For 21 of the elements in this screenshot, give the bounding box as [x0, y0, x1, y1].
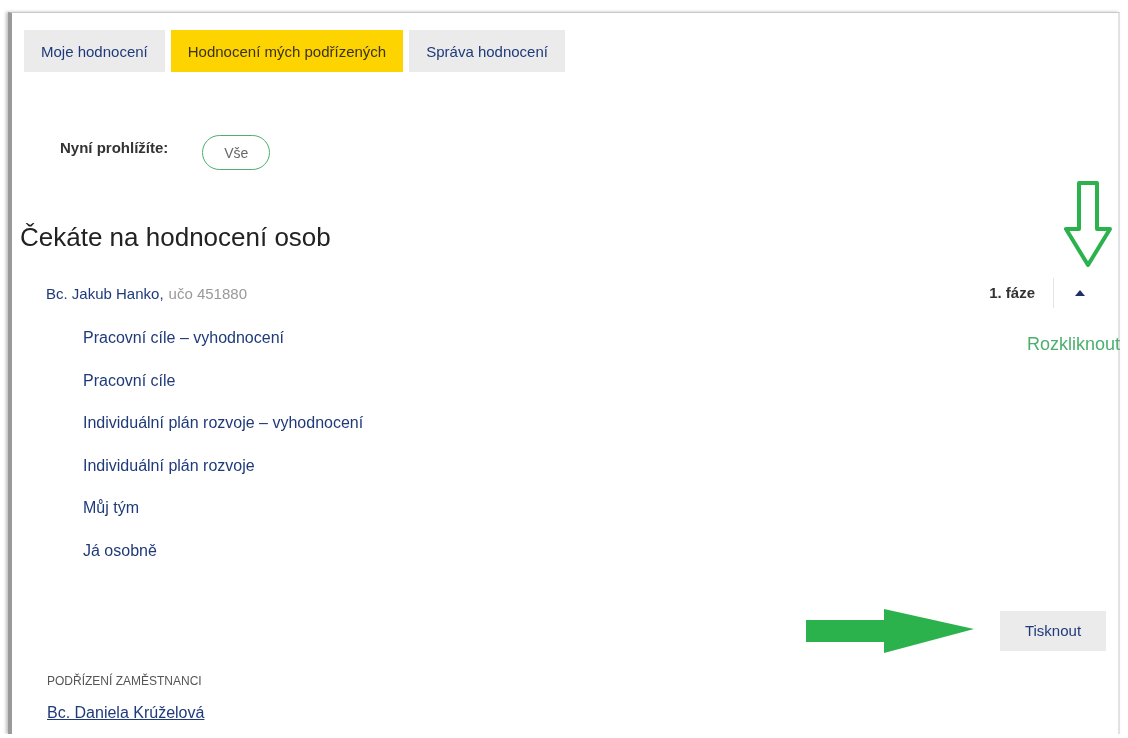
tab[interactable]: Hodnocení mých podřízených — [170, 30, 404, 72]
section-heading: Čekáte na hodnocení osob — [20, 222, 332, 253]
tab[interactable]: Správa hodnocení — [409, 30, 565, 72]
evaluation-link[interactable]: Pracovní cíle — [83, 359, 176, 403]
person-id: učo 451880 — [168, 284, 247, 302]
arrow-down-icon — [1064, 181, 1112, 267]
annotation-label: Rozkliknout — [1026, 334, 1120, 355]
subordinate-link[interactable]: Bc. Daniela Krúželová — [47, 703, 205, 722]
filter-label: Nyní prohlížíte: — [60, 139, 169, 156]
person-name-link[interactable]: Bc. Jakub Hanko, — [46, 284, 164, 302]
caret-up-icon — [1075, 290, 1085, 296]
filter-pill[interactable]: Vše — [202, 135, 271, 170]
print-button[interactable]: Tisknout — [1000, 610, 1106, 651]
evaluation-link[interactable]: Můj tým — [83, 487, 139, 530]
evaluation-link[interactable]: Já osobně — [83, 529, 157, 573]
subordinates-title: PODŘÍZENÍ ZAMĚSTNANCI — [47, 673, 203, 688]
evaluation-link[interactable]: Individuální plán rozvoje — [83, 444, 255, 488]
phase-label: 1. fáze — [989, 278, 1054, 308]
evaluation-link[interactable]: Individuální plán rozvoje – vyhodnocení — [83, 402, 364, 445]
evaluation-link[interactable]: Pracovní cíle – vyhodnocení — [83, 317, 284, 360]
tab[interactable]: Moje hodnocení — [24, 30, 165, 72]
